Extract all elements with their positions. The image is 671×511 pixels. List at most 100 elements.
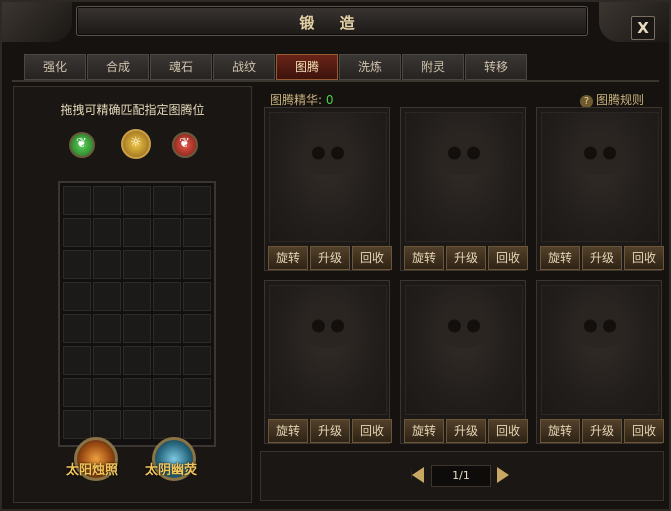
grid-cell[interactable]	[123, 250, 151, 279]
grid-cell[interactable]	[63, 218, 91, 247]
slot-actions: 旋转 升级 回收	[540, 246, 664, 270]
grid-cell[interactable]	[93, 378, 121, 407]
grid-cell[interactable]	[123, 186, 151, 215]
recycle-button[interactable]: 回收	[488, 246, 528, 270]
prev-page-icon[interactable]	[411, 467, 424, 483]
grid-cell[interactable]	[63, 410, 91, 439]
rules-label: 图腾规则	[596, 93, 645, 107]
grid-cell[interactable]	[153, 250, 181, 279]
totem-slot[interactable]: 旋转 升级 回收	[264, 280, 392, 444]
grid-cell[interactable]	[153, 186, 181, 215]
totem-artwork	[269, 112, 387, 242]
grid-cell[interactable]	[93, 410, 121, 439]
green-gem-icon[interactable]: ❦	[69, 132, 95, 158]
red-gem-icon[interactable]: ❦	[172, 132, 198, 158]
grid-cell[interactable]	[183, 282, 211, 311]
rotate-button[interactable]: 旋转	[268, 246, 308, 270]
grid-cell[interactable]	[93, 218, 121, 247]
rotate-button[interactable]: 旋转	[404, 419, 444, 443]
upgrade-button[interactable]: 升级	[446, 419, 486, 443]
totem-artwork	[405, 285, 523, 415]
totem-face-icon	[304, 135, 352, 175]
rotate-button[interactable]: 旋转	[268, 419, 308, 443]
grid-cell[interactable]	[153, 314, 181, 343]
grid-cell[interactable]	[123, 346, 151, 375]
tab-totem[interactable]: 图腾	[276, 54, 338, 80]
totem-essence: 图腾精华: 0	[270, 91, 334, 108]
recycle-button[interactable]: 回收	[624, 246, 664, 270]
upgrade-button[interactable]: 升级	[310, 419, 350, 443]
totem-slot[interactable]: 旋转 升级 回收	[264, 107, 392, 271]
frame-corner-left	[2, 2, 72, 42]
grid-cell[interactable]	[63, 186, 91, 215]
slot-actions: 旋转 升级 回收	[404, 246, 528, 270]
recycle-button[interactable]: 回收	[352, 246, 392, 270]
grid-cell[interactable]	[183, 186, 211, 215]
grid-cell[interactable]	[183, 250, 211, 279]
totem-face-icon	[576, 308, 624, 348]
grid-cell[interactable]	[153, 346, 181, 375]
grid-cell[interactable]	[153, 282, 181, 311]
grid-cell[interactable]	[93, 314, 121, 343]
recycle-button[interactable]: 回收	[624, 419, 664, 443]
totem-artwork	[541, 112, 659, 242]
tab-bar: 强化 合成 魂石 战纹 图腾 洗炼 附灵 转移	[24, 54, 527, 80]
upgrade-button[interactable]: 升级	[310, 246, 350, 270]
gold-gem-icon[interactable]: ☼	[121, 129, 151, 159]
grid-cell[interactable]	[93, 346, 121, 375]
close-button[interactable]: X	[631, 16, 655, 40]
tab-synthesize[interactable]: 合成	[87, 54, 149, 80]
grid-cell[interactable]	[63, 282, 91, 311]
pager-bar: 1/1	[260, 451, 664, 501]
grid-cell[interactable]	[123, 410, 151, 439]
rotate-button[interactable]: 旋转	[540, 419, 580, 443]
sun-candle-label[interactable]: 太阳烛照	[66, 459, 118, 478]
moon-glow-label[interactable]: 太阴幽荧	[145, 459, 197, 478]
grid-cell[interactable]	[153, 378, 181, 407]
next-page-icon[interactable]	[497, 467, 509, 483]
tab-strengthen[interactable]: 强化	[24, 54, 86, 80]
recycle-button[interactable]: 回收	[488, 419, 528, 443]
grid-cell[interactable]	[183, 314, 211, 343]
drag-hint: 拖拽可精确匹配指定图腾位	[60, 103, 205, 117]
tab-enchant[interactable]: 附灵	[402, 54, 464, 80]
grid-cell[interactable]	[63, 378, 91, 407]
grid-cell[interactable]	[123, 218, 151, 247]
tab-refine[interactable]: 洗炼	[339, 54, 401, 80]
grid-cell[interactable]	[183, 410, 211, 439]
totem-rules-link[interactable]: ? 图腾规则	[580, 91, 644, 108]
upgrade-button[interactable]: 升级	[582, 419, 622, 443]
tab-soulstone[interactable]: 魂石	[150, 54, 212, 80]
grid-cell[interactable]	[93, 282, 121, 311]
rotate-button[interactable]: 旋转	[540, 246, 580, 270]
grid-cell[interactable]	[153, 218, 181, 247]
grid-cell[interactable]	[63, 314, 91, 343]
upgrade-button[interactable]: 升级	[582, 246, 622, 270]
grid-cell[interactable]	[63, 250, 91, 279]
upgrade-button[interactable]: 升级	[446, 246, 486, 270]
totem-slot[interactable]: 旋转 升级 回收	[400, 107, 528, 271]
recycle-button[interactable]: 回收	[352, 419, 392, 443]
totem-slot[interactable]: 旋转 升级 回收	[536, 280, 664, 444]
grid-cell[interactable]	[153, 410, 181, 439]
totem-slot[interactable]: 旋转 升级 回收	[400, 280, 528, 444]
grid-cell[interactable]	[183, 346, 211, 375]
grid-cell[interactable]	[63, 346, 91, 375]
grid-cell[interactable]	[123, 282, 151, 311]
tab-transfer[interactable]: 转移	[465, 54, 527, 80]
grid-cell[interactable]	[123, 314, 151, 343]
grid-cell[interactable]	[183, 218, 211, 247]
title-bar: 锻 造	[76, 6, 588, 36]
totem-face-icon	[440, 308, 488, 348]
rotate-button[interactable]: 旋转	[404, 246, 444, 270]
tab-warpattern[interactable]: 战纹	[213, 54, 275, 80]
grid-cell[interactable]	[123, 378, 151, 407]
grid-cell[interactable]	[183, 378, 211, 407]
totem-slot[interactable]: 旋转 升级 回收	[536, 107, 664, 271]
grid-cell[interactable]	[93, 250, 121, 279]
totem-artwork	[405, 112, 523, 242]
essence-value: 0	[325, 93, 334, 107]
grid-cell[interactable]	[93, 186, 121, 215]
totem-face-icon	[440, 135, 488, 175]
slot-actions: 旋转 升级 回收	[268, 419, 392, 443]
